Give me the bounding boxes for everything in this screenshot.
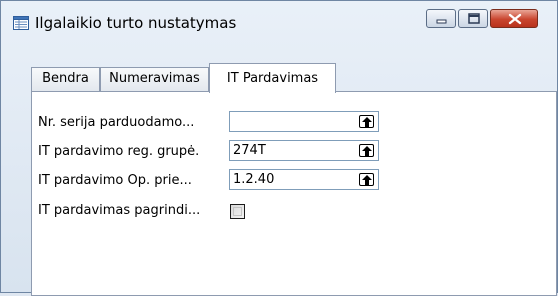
arrow-up-icon: [362, 146, 372, 156]
lookup-button[interactable]: [359, 115, 374, 128]
title-bar[interactable]: Ilgalaikio turto nustatymas: [1, 1, 557, 51]
reg-grupe-field[interactable]: 274T: [229, 140, 379, 161]
close-button[interactable]: [490, 9, 538, 28]
op-prie-field[interactable]: 1.2.40: [229, 169, 379, 190]
tab-it-pardavimas[interactable]: IT Pardavimas: [209, 63, 336, 93]
tab-numeravimas[interactable]: Numeravimas: [100, 67, 209, 91]
minimize-button[interactable]: [426, 9, 456, 28]
field-label-op-prie: IT pardavimo Op. prie...: [38, 173, 192, 188]
maximize-icon: [468, 13, 480, 24]
nr-serija-field[interactable]: [229, 111, 379, 132]
lookup-button[interactable]: [359, 144, 374, 157]
field-label-reg-grupe: IT pardavimo reg. grupė.: [38, 144, 200, 159]
lookup-button[interactable]: [359, 173, 374, 186]
field-label-nr-serija: Nr. serija parduodamo...: [38, 115, 195, 130]
tab-bendra[interactable]: Bendra: [31, 67, 100, 91]
pagrindinis-checkbox[interactable]: [230, 204, 245, 219]
dialog-window: Ilgalaikio turto nustatymas Bendra Numer…: [0, 0, 558, 296]
window-title: Ilgalaikio turto nustatymas: [35, 14, 237, 32]
maximize-button[interactable]: [458, 9, 488, 28]
arrow-up-icon: [362, 117, 372, 127]
reg-grupe-value: 274T: [233, 143, 266, 158]
field-label-pagrindinis: IT pardavimas pagrindi...: [38, 203, 201, 218]
arrow-up-icon: [362, 175, 372, 185]
close-icon: [508, 13, 522, 25]
form-window-icon: [13, 15, 29, 31]
op-prie-value: 1.2.40: [233, 172, 275, 187]
minimize-icon: [436, 19, 447, 24]
